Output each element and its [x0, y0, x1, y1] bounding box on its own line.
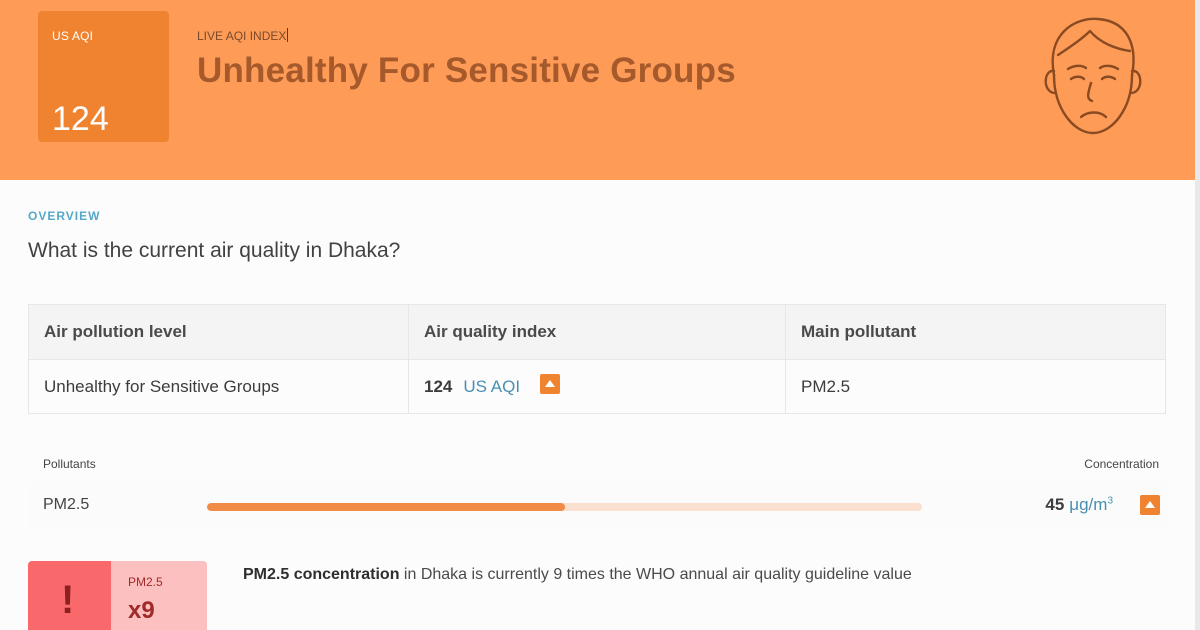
aqi-number: 124	[424, 377, 453, 396]
exclamation-icon: !	[61, 578, 75, 622]
aqi-unit-label: US AQI	[52, 29, 94, 43]
concentration-bar	[207, 503, 922, 511]
aqi-value: 124	[52, 100, 109, 138]
concentration-unit-exponent: 3	[1107, 495, 1113, 507]
aqi-cell: 124 US AQI	[409, 360, 786, 414]
pollutant-row-pm25: PM2.5 45 μg/m3	[28, 482, 1166, 528]
who-guideline-rest: in Dhaka is currently 9 times the WHO an…	[399, 566, 912, 583]
up-arrow-icon	[1140, 495, 1160, 515]
live-aqi-label: LIVE AQI INDEX	[197, 28, 289, 43]
pollution-level-value: Unhealthy for Sensitive Groups	[29, 360, 409, 414]
alert-panel: !	[28, 561, 111, 630]
text-cursor	[287, 28, 289, 42]
header-main-pollutant: Main pollutant	[801, 322, 917, 341]
who-guideline-text: PM2.5 concentration in Dhaka is currentl…	[243, 566, 912, 584]
table-header-row: Air pollution level Air quality index Ma…	[29, 305, 1165, 359]
aqi-status-title: Unhealthy For Sensitive Groups	[197, 51, 736, 90]
concentration-unit: μg/m3	[1069, 495, 1113, 514]
air-quality-table: Air pollution level Air quality index Ma…	[28, 304, 1166, 414]
header-air-quality-index: Air quality index	[409, 305, 786, 359]
overview-label: OVERVIEW	[28, 209, 101, 223]
aqi-unit: US AQI	[463, 377, 521, 396]
who-multiplier-panel: PM2.5 x9	[111, 561, 207, 630]
concentration-unit-base: μg/m	[1069, 495, 1108, 514]
live-aqi-label-text: LIVE AQI INDEX	[197, 29, 287, 43]
up-arrow-icon	[540, 373, 561, 394]
overview-card: OVERVIEW What is the current air quality…	[0, 180, 1195, 630]
pollutant-name: PM2.5	[43, 496, 90, 513]
concentration-value: 45 μg/m3	[1045, 495, 1113, 515]
concentration-header: Concentration	[1084, 457, 1159, 471]
header-pollution-level: Air pollution level	[29, 305, 409, 359]
table-row: Unhealthy for Sensitive Groups 124 US AQI…	[29, 359, 1165, 414]
pollutants-header: Pollutants	[43, 457, 96, 471]
overview-question: What is the current air quality in Dhaka…	[28, 239, 401, 262]
concentration-bar-fill	[207, 503, 565, 511]
sad-face-icon	[1044, 17, 1142, 135]
main-pollutant-value: PM2.5	[801, 377, 851, 396]
concentration-number: 45	[1045, 495, 1065, 514]
who-guideline-bold: PM2.5 concentration	[243, 566, 400, 583]
who-pollutant-label: PM2.5	[128, 575, 163, 589]
who-comparison-badge: ! PM2.5 x9	[28, 561, 207, 630]
who-multiplier: x9	[128, 597, 155, 624]
aqi-value-box: US AQI 124	[38, 11, 169, 142]
aqi-banner: US AQI 124 LIVE AQI INDEX Unhealthy For …	[0, 0, 1195, 180]
